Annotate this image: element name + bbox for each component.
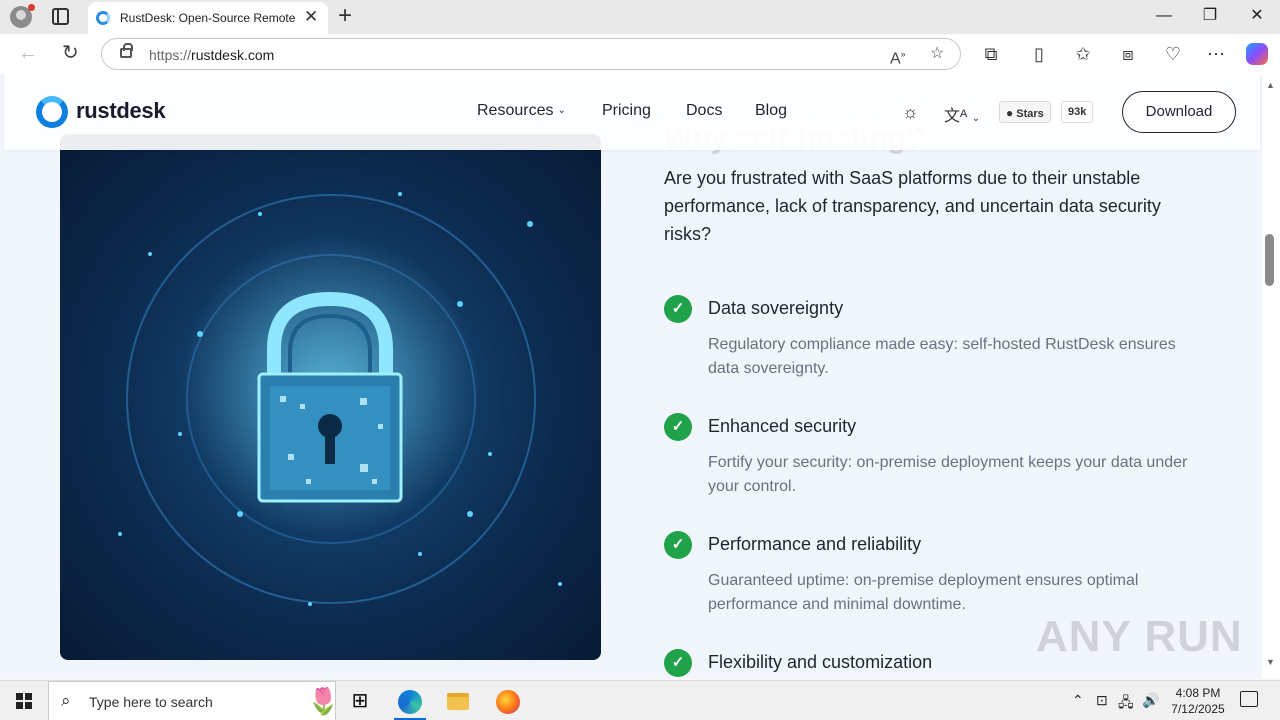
page-scrollbar[interactable]: ▲ ▼ bbox=[1262, 74, 1280, 678]
task-view-icon[interactable]: ⊞ bbox=[336, 681, 384, 720]
padlock-icon bbox=[118, 192, 562, 606]
security-lock-image bbox=[60, 134, 601, 660]
tray-device-icon[interactable]: ⊡ bbox=[1096, 692, 1108, 709]
feature-description: Fortify your security: on-premise deploy… bbox=[708, 454, 1188, 495]
check-icon: ✓ bbox=[664, 413, 692, 441]
extensions-icon[interactable]: ⧉ bbox=[980, 44, 1002, 64]
nav-blog[interactable]: Blog bbox=[755, 102, 787, 120]
minimize-icon[interactable]: — bbox=[1152, 6, 1176, 26]
logo-text[interactable]: rustdesk bbox=[76, 98, 166, 124]
notification-center-icon[interactable] bbox=[1240, 691, 1258, 707]
check-icon: ✓ bbox=[664, 531, 692, 559]
nav-docs[interactable]: Docs bbox=[686, 102, 722, 120]
nav-resources[interactable]: Resources ⌄ bbox=[477, 102, 566, 120]
more-icon[interactable]: ⋯ bbox=[1205, 44, 1227, 64]
firefox-icon[interactable] bbox=[484, 681, 532, 720]
refresh-icon[interactable]: ↻ bbox=[62, 42, 79, 64]
edge-taskbar-icon[interactable] bbox=[386, 681, 434, 720]
browser-essentials-icon[interactable]: ♡ bbox=[1162, 44, 1184, 64]
split-screen-icon[interactable]: ▯ bbox=[1028, 44, 1050, 64]
check-icon: ✓ bbox=[664, 649, 692, 677]
close-icon[interactable]: ✕ bbox=[304, 7, 318, 27]
page-viewport: rustdesk Resources ⌄ Pricing Docs Blog ☼ … bbox=[0, 74, 1262, 678]
notification-dot bbox=[28, 4, 35, 11]
back-icon[interactable]: ← bbox=[18, 42, 38, 64]
restore-icon[interactable]: ❐ bbox=[1198, 6, 1222, 26]
check-icon: ✓ bbox=[664, 295, 692, 323]
clock-date: 7/12/2025 bbox=[1171, 702, 1225, 716]
url-host: rustdesk.com bbox=[191, 47, 275, 63]
copilot-icon[interactable] bbox=[1246, 43, 1268, 65]
taskbar-search[interactable]: ⌕ Type here to search 🌷 bbox=[48, 681, 340, 720]
scroll-thumb[interactable] bbox=[1265, 234, 1274, 286]
feature-title: Performance and reliability bbox=[708, 534, 922, 554]
url-scheme: https:// bbox=[149, 47, 192, 63]
feature-description: Guaranteed uptime: on-premise deployment… bbox=[708, 572, 1139, 613]
volume-icon[interactable]: 🔊 bbox=[1142, 692, 1159, 709]
anyrun-watermark: ANY RUN bbox=[1036, 612, 1243, 661]
collections-icon[interactable]: ⧈ bbox=[1117, 44, 1139, 64]
github-stars-count[interactable]: 93k bbox=[1061, 101, 1094, 123]
lock-icon[interactable] bbox=[120, 43, 133, 58]
rustdesk-logo-icon[interactable] bbox=[36, 96, 68, 128]
tray-chevron-icon[interactable]: ⌃ bbox=[1072, 692, 1084, 709]
tab-bar: RustDesk: Open-Source Remote D ✕ + — ❐ ✕ bbox=[0, 0, 1280, 34]
github-icon: ● bbox=[1006, 106, 1014, 120]
search-icon: ⌕ bbox=[61, 691, 71, 710]
favorites-icon[interactable]: ✩ bbox=[1072, 44, 1094, 64]
github-stars-label: Stars bbox=[1016, 108, 1044, 120]
browser-tab[interactable]: RustDesk: Open-Source Remote D ✕ bbox=[88, 2, 328, 34]
nav-pricing[interactable]: Pricing bbox=[602, 102, 651, 120]
scroll-up-icon[interactable]: ▲ bbox=[1266, 80, 1275, 90]
clock-time: 4:08 PM bbox=[1175, 686, 1221, 700]
window-close-icon[interactable]: ✕ bbox=[1245, 6, 1269, 26]
taskbar-clock[interactable]: 4:08 PM 7/12/2025 bbox=[1160, 685, 1236, 717]
windows-start-icon[interactable] bbox=[16, 693, 32, 709]
nav-resources-label: Resources bbox=[477, 102, 554, 119]
feature-description: Regulatory compliance made easy: self-ho… bbox=[708, 336, 1176, 377]
section-intro: Are you frustrated with SaaS platforms d… bbox=[664, 168, 1161, 244]
github-stars-button[interactable]: ● Stars bbox=[999, 101, 1051, 123]
address-bar[interactable]: https://rustdesk.com A» ☆ bbox=[101, 38, 961, 70]
favorite-icon[interactable]: ☆ bbox=[930, 45, 944, 63]
chevron-down-icon: ⌄ bbox=[557, 105, 566, 116]
feature-title: Data sovereignty bbox=[708, 298, 844, 318]
file-explorer-icon[interactable] bbox=[434, 681, 482, 720]
search-placeholder: Type here to search bbox=[89, 694, 213, 710]
tab-title: RustDesk: Open-Source Remote D bbox=[120, 11, 296, 25]
new-tab-icon[interactable]: + bbox=[338, 3, 352, 29]
theme-toggle-icon[interactable]: ☼ bbox=[902, 102, 919, 123]
search-highlight-icon: 🌷 bbox=[307, 686, 340, 716]
read-aloud-icon[interactable]: A» bbox=[890, 45, 906, 68]
site-header: rustdesk Resources ⌄ Pricing Docs Blog ☼ … bbox=[4, 74, 1260, 150]
scroll-down-icon[interactable]: ▼ bbox=[1266, 657, 1275, 667]
feature-title: Enhanced security bbox=[708, 416, 857, 436]
browser-toolbar: ← ↻ https://rustdesk.com A» ☆ ⧉ ▯ ✩ ⧈ ♡ … bbox=[0, 34, 1280, 74]
tab-actions-icon[interactable] bbox=[52, 8, 69, 25]
network-icon[interactable]: 🖧 bbox=[1118, 692, 1134, 716]
url-text[interactable]: https://rustdesk.com bbox=[149, 47, 274, 63]
rustdesk-favicon-icon bbox=[96, 11, 110, 25]
windows-taskbar: ⌕ Type here to search 🌷 ⊞ ⌃ ⊡ 🖧 🔊 4:08 P… bbox=[0, 680, 1280, 720]
download-button[interactable]: Download bbox=[1122, 91, 1236, 133]
language-icon[interactable]: 文ᴬ ⌄ bbox=[944, 102, 980, 126]
feature-title: Flexibility and customization bbox=[708, 652, 933, 672]
